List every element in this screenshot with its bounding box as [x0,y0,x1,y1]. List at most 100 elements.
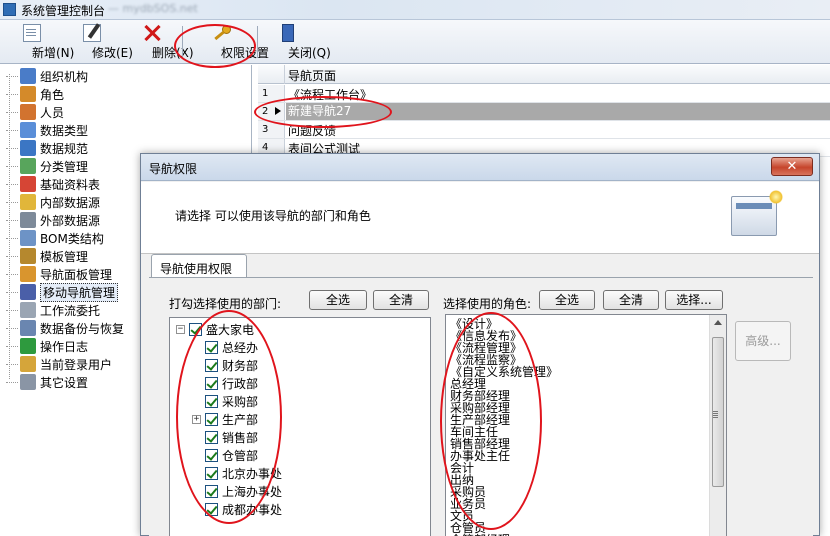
dept-root-checkbox[interactable] [189,322,202,336]
tree-item-label: BOM类结构 [40,231,104,246]
tree-item[interactable]: 其它设置 [6,373,88,391]
tree-item[interactable]: 角色 [6,85,64,103]
role-select-more-button[interactable]: 选择... [665,290,723,310]
tree-connector [6,363,18,365]
scroll-up-arrow-icon[interactable] [714,320,722,325]
window-title-blurred: — mydbSOS.net [108,2,198,15]
dept-node[interactable]: 行政部 [192,374,258,392]
dept-checkbox[interactable] [205,448,218,462]
tree-item[interactable]: 工作流委托 [6,301,100,319]
table-row[interactable]: 3 问题反馈 [258,121,830,139]
dept-checkbox[interactable] [205,376,218,390]
tree-item[interactable]: 操作日志 [6,337,88,355]
dept-select-all-button[interactable]: 全选 [309,290,367,310]
nav-page-grid: 导航页面 1 《流程工作台》 2 新建导航27 3 问题反馈 4 表间公式测试 [258,65,830,157]
tree-item[interactable]: BOM类结构 [6,229,104,247]
dept-checkbox[interactable] [205,412,218,426]
nav-page-cell[interactable]: 《流程工作台》 [288,86,372,103]
dept-node[interactable]: 财务部 [192,356,258,374]
advanced-button[interactable]: 高级... [735,321,791,361]
role-list[interactable]: 《设计》 《信息发布》 《流程管理》 《流程监察》 《自定义系统管理》 总经理 财务部经理采… [445,314,727,536]
new-button[interactable]: 新增(N) [8,22,74,62]
users-group-icon [20,86,36,102]
dept-checkbox[interactable] [205,502,218,516]
dept-checkbox[interactable] [205,430,218,444]
dept-node[interactable]: 销售部 [192,428,258,446]
dept-node[interactable]: 总经办 [192,338,258,356]
dept-tree: − 盛大家电 总经办 财务部 行政部 采购部 + 生产部 销售部仓管部 北京办事处 上海办事处成… [169,317,431,536]
tree-item[interactable]: 人员 [6,103,64,121]
role-clear-all-button[interactable]: 全清 [603,290,659,310]
dept-checkbox[interactable] [205,484,218,498]
external-database-icon [20,212,36,228]
tree-item[interactable]: 基础资料表 [6,175,100,193]
expand-icon[interactable]: + [192,414,201,424]
dept-node[interactable]: 成都办事处 [192,500,282,518]
tree-connector [6,273,18,275]
grid-header: 导航页面 [258,65,830,84]
delete-button[interactable]: 删除(X) [128,22,194,62]
tree-item[interactable]: 外部数据源 [6,211,100,229]
tree-item[interactable]: 内部数据源 [6,193,100,211]
grid-column-header[interactable]: 导航页面 [288,67,336,84]
tree-item[interactable]: 数据类型 [6,121,88,139]
scroll-thumb[interactable] [712,337,724,487]
dept-checkbox[interactable] [205,394,218,408]
workflow-icon [20,302,36,318]
app-window: 系统管理控制台 — mydbSOS.net 新增(N) 修改(E) 删除(X) … [0,0,830,536]
nav-page-cell[interactable]: 新建导航27 [286,103,830,120]
edit-button[interactable]: 修改(E) [68,22,133,62]
tree-item-label: 组织机构 [40,69,89,84]
tree-item[interactable]: 模板管理 [6,247,88,265]
tree-connector [6,75,18,77]
tree-item-label: 外部数据源 [40,213,101,228]
dept-root-node[interactable]: − 盛大家电 [176,320,254,338]
tree-item-label: 数据备份与恢复 [40,321,125,336]
table-row[interactable]: 2 新建导航27 [258,103,830,121]
app-icon [3,3,16,16]
dept-label: 成都办事处 [222,502,283,517]
dept-checkbox[interactable] [205,340,218,354]
current-user-icon [20,356,36,372]
permission-button[interactable]: 权限设置 [192,22,269,62]
dept-checkbox[interactable] [205,358,218,372]
table-row[interactable]: 1 《流程工作台》 [258,85,830,103]
table-icon [20,176,36,192]
dept-label: 仓管部 [222,448,259,463]
grid-rownum-header [258,65,285,84]
dept-node[interactable]: 采购部 [192,392,258,410]
role-list-scrollbar[interactable] [709,315,726,536]
database-icon [20,194,36,210]
dept-node[interactable]: 仓管部 [192,446,258,464]
dept-node[interactable]: 北京办事处 [192,464,282,482]
close-button[interactable]: 关闭(Q) [264,22,331,62]
collapse-icon[interactable]: − [176,324,185,334]
tab-nav-permission[interactable]: 导航使用权限 [151,254,247,278]
category-icon [20,158,36,174]
role-select-all-button[interactable]: 全选 [539,290,595,310]
tree-item[interactable]: 数据备份与恢复 [6,319,124,337]
dept-node[interactable]: + 生产部 [192,410,258,428]
dept-clear-all-button[interactable]: 全清 [373,290,429,310]
nav-page-cell[interactable]: 问题反馈 [288,122,336,139]
tree-item[interactable]: 数据规范 [6,139,88,157]
close-button-label: 关闭(Q) [288,46,331,60]
role-label: 选择使用的角色: [443,297,532,311]
tree-item[interactable]: 组织机构 [6,67,88,85]
dept-node[interactable]: 上海办事处 [192,482,282,500]
window-title: 系统管理控制台 [21,4,106,18]
tree-item[interactable]: 当前登录用户 [6,355,112,373]
tree-item[interactable]: 导航面板管理 [6,265,112,283]
mobile-nav-icon [20,284,36,300]
toolbar: 新增(N) 修改(E) 删除(X) 权限设置 关闭(Q) [0,20,830,64]
scroll-grip-icon [713,411,718,412]
sparkle-icon [769,190,783,204]
tree-connector [6,345,18,347]
tree-connector [6,147,18,149]
tree-item-label: 工作流委托 [40,303,101,318]
tree-item[interactable]: 分类管理 [6,157,88,175]
tree-item[interactable]: 移动导航管理 [6,282,119,302]
dialog-close-button[interactable]: ✕ [771,157,813,176]
tree-connector [6,255,18,257]
dept-checkbox[interactable] [205,466,218,480]
